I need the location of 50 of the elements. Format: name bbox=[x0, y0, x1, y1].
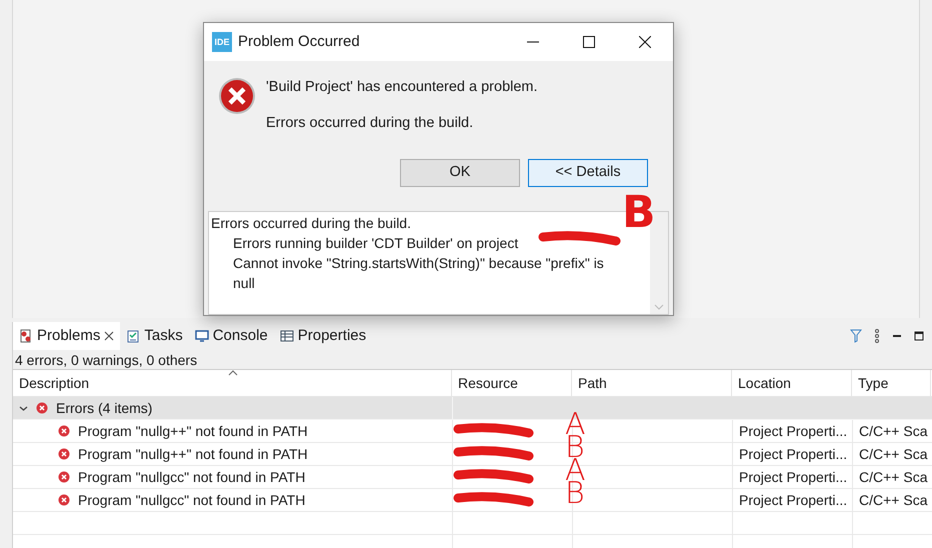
column-header[interactable]: Resource bbox=[452, 370, 572, 396]
problems-icon bbox=[19, 329, 33, 343]
table-cell: C/C++ Sca bbox=[852, 420, 931, 442]
window-title: Problem Occurred bbox=[238, 32, 360, 52]
table-cell: Project Properti... bbox=[732, 443, 852, 465]
panel-tab[interactable]: Problems bbox=[13, 322, 120, 350]
column-header[interactable]: Location bbox=[732, 370, 852, 396]
error-icon bbox=[36, 402, 48, 414]
panel-tab[interactable]: Properties bbox=[274, 322, 372, 350]
monitor-icon bbox=[194, 329, 209, 343]
chevron-icon[interactable] bbox=[19, 404, 28, 412]
dialog-button[interactable]: OK bbox=[400, 158, 520, 186]
table-cell: Program "nullgcc" not found in PATH bbox=[13, 466, 452, 488]
table-cell: C/C++ Sca bbox=[852, 443, 931, 465]
table-cell: C/C++ Sca bbox=[852, 466, 931, 488]
filter-icon[interactable] bbox=[850, 329, 862, 343]
column-header[interactable]: Description bbox=[13, 370, 452, 396]
error-icon bbox=[218, 77, 256, 115]
error-icon bbox=[58, 471, 70, 483]
table-cell: Program "nullgcc" not found in PATH bbox=[13, 489, 452, 511]
table-cell: Project Properti... bbox=[732, 489, 852, 511]
close-icon bbox=[639, 36, 651, 48]
table-icon bbox=[280, 329, 294, 343]
table-cell: Program "nullg++" not found in PATH bbox=[13, 443, 452, 465]
table-cell: Project Properti... bbox=[732, 466, 852, 488]
details-line: Errors occurred during the build. bbox=[211, 214, 411, 232]
column-header[interactable]: Path bbox=[572, 370, 732, 396]
more-options-icon[interactable] bbox=[874, 329, 880, 343]
problems-summary: 4 errors, 0 warnings, 0 others bbox=[13, 350, 932, 370]
panel-tab[interactable]: Console bbox=[188, 322, 274, 350]
details-line: Errors running builder 'CDT Builder' on project bbox=[233, 234, 518, 252]
details-line: Cannot invoke "String.startsWith(String)" because "prefix" is null bbox=[233, 254, 605, 292]
error-icon bbox=[58, 494, 70, 506]
error-message: 'Build Project' has encountered a problem. bbox=[266, 78, 538, 97]
table-cell: Program "nullg++" not found in PATH bbox=[13, 420, 452, 442]
table-cell: Project Properti... bbox=[732, 420, 852, 442]
dialog-button[interactable]: << Details bbox=[528, 158, 648, 186]
error-reason: Errors occurred during the build. bbox=[266, 114, 474, 133]
table-cell: C/C++ Sca bbox=[852, 489, 931, 511]
error-icon bbox=[58, 425, 70, 437]
app-logo: IDE bbox=[212, 32, 232, 52]
maximize-icon[interactable] bbox=[914, 331, 924, 341]
maximize-icon bbox=[583, 36, 595, 48]
annotation-letter: B bbox=[622, 191, 656, 235]
minimize-icon bbox=[527, 41, 539, 43]
error-icon bbox=[58, 448, 70, 460]
column-header[interactable]: Type bbox=[852, 370, 931, 396]
tasks-icon bbox=[126, 329, 140, 343]
panel-tab[interactable]: Tasks bbox=[120, 322, 189, 350]
close-icon[interactable] bbox=[104, 331, 114, 341]
